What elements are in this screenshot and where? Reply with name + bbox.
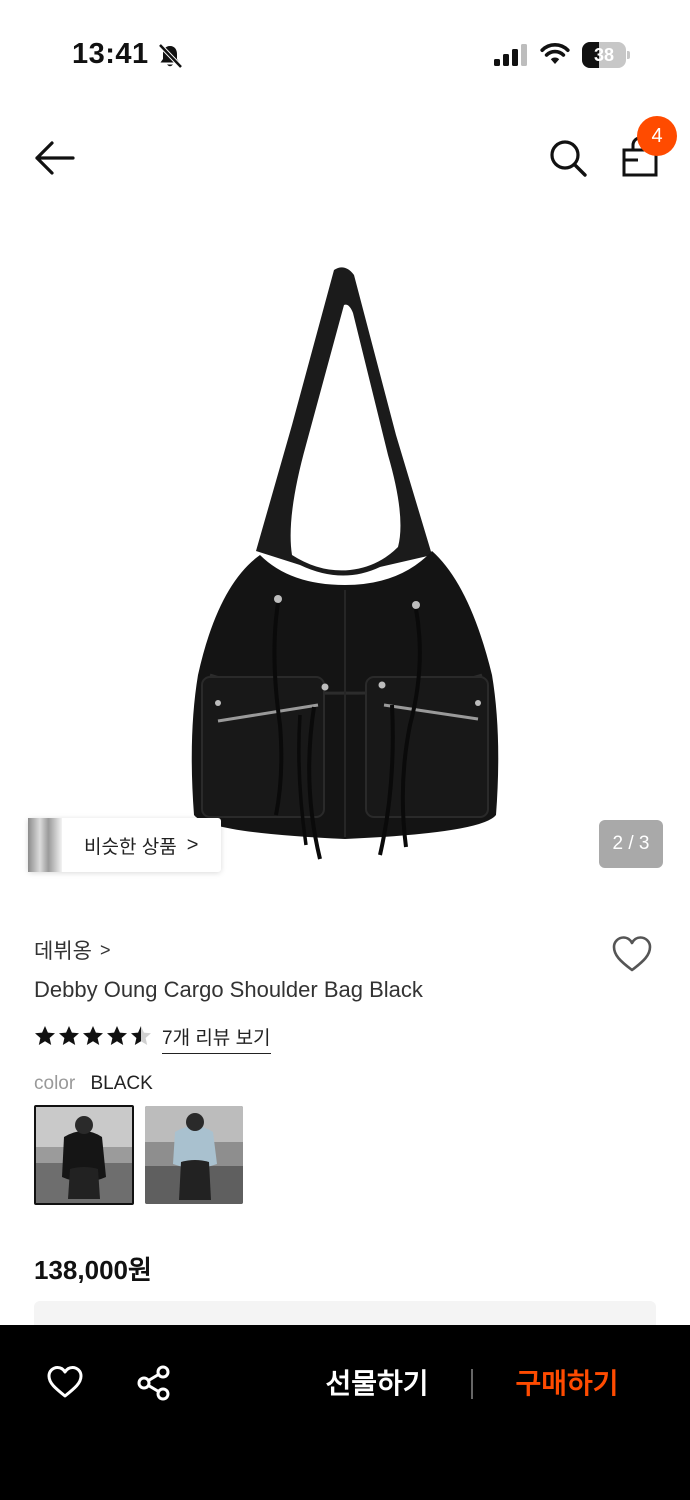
gift-button[interactable]: 선물하기 (318, 1362, 436, 1406)
wifi-icon (540, 43, 570, 64)
brand-link[interactable]: 데뷔옹 > (34, 935, 110, 965)
similar-products-button[interactable]: 비슷한 상품 > (28, 818, 221, 872)
brand-name: 데뷔옹 (34, 940, 92, 963)
star-icon (35, 1026, 55, 1045)
color-swatch-black[interactable] (34, 1105, 134, 1205)
similar-products-label: 비슷한 상품 (84, 836, 177, 858)
arrow-left-icon[interactable] (32, 138, 78, 178)
star-icon (131, 1026, 151, 1045)
color-label: color (34, 1073, 76, 1094)
color-value: BLACK (90, 1073, 153, 1094)
cellular-signal-icon (494, 44, 527, 66)
share-icon[interactable] (136, 1364, 172, 1402)
buy-button[interactable]: 구매하기 (508, 1362, 626, 1406)
star-icon (59, 1026, 79, 1045)
divider (471, 1369, 473, 1399)
bottom-action-bar (0, 1325, 690, 1500)
battery-icon: 38 (582, 42, 630, 68)
product-title: Debby Oung Cargo Shoulder Bag Black (34, 977, 423, 1002)
chevron-right-icon: > (186, 833, 199, 856)
similar-products-thumbnail (28, 818, 62, 872)
star-icon (107, 1026, 127, 1045)
battery-level: 38 (593, 45, 615, 65)
chevron-right-icon: > (99, 939, 111, 960)
heart-outline-icon[interactable] (46, 1364, 84, 1400)
bell-slash-icon (158, 43, 183, 69)
product-price: 138,000원 (34, 1255, 152, 1285)
status-time: 13:41 (72, 38, 149, 70)
color-row: color BLACK (34, 1073, 153, 1095)
color-swatch-alt[interactable] (145, 1106, 243, 1204)
swatch-photo (36, 1107, 132, 1203)
status-bar: 13:41 38 (0, 0, 690, 110)
cart-count-badge: 4 (637, 116, 677, 156)
product-image[interactable] (170, 255, 520, 870)
rating-stars (34, 1025, 152, 1047)
star-icon (83, 1026, 103, 1045)
search-icon[interactable] (548, 138, 588, 178)
image-page-indicator: 2 / 3 (599, 820, 663, 868)
swatch-photo (145, 1106, 243, 1204)
heart-outline-icon[interactable] (610, 934, 654, 974)
review-link[interactable]: 7개 리뷰 보기 (162, 1023, 271, 1054)
